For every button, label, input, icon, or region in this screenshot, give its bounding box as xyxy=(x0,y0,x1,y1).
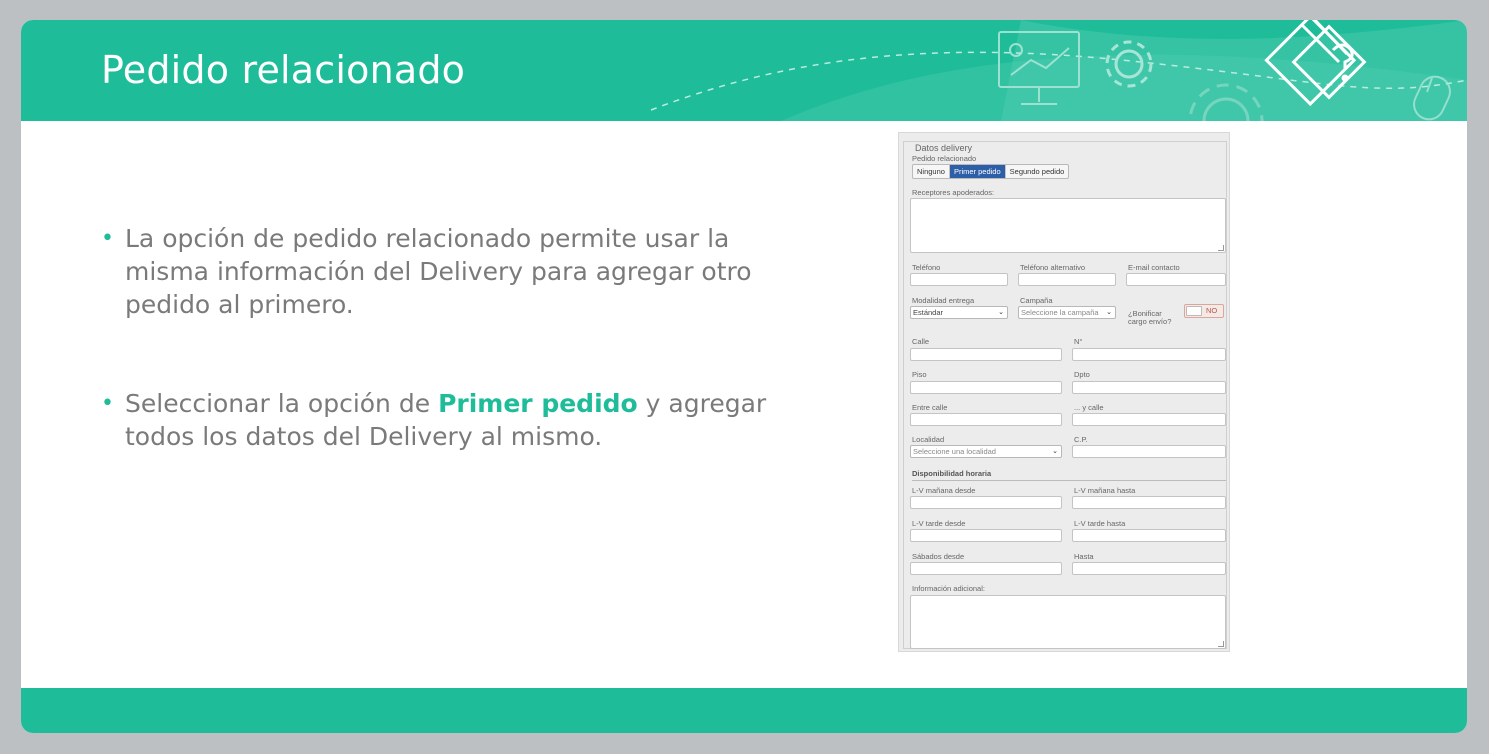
bullet-list: • La opción de pedido relacionado permit… xyxy=(101,222,801,519)
fieldset-legend: Datos delivery xyxy=(912,143,976,153)
info-adicional-label: Información adicional: xyxy=(912,584,985,593)
toggle-knob xyxy=(1186,306,1202,316)
option-segundo-pedido[interactable]: Segundo pedido xyxy=(1006,165,1069,178)
bullet-highlight: Primer pedido xyxy=(438,389,638,418)
modalidad-label: Modalidad entrega xyxy=(912,296,975,305)
y-calle-label: ... y calle xyxy=(1074,403,1104,412)
datos-delivery-fieldset: Datos delivery Pedido relacionado Ningun… xyxy=(903,141,1227,649)
lv-tarde-hasta-input[interactable] xyxy=(1072,529,1226,542)
bullet-dot-icon: • xyxy=(101,391,114,416)
sabados-desde-input[interactable] xyxy=(910,562,1062,575)
pedido-relacionado-label: Pedido relacionado xyxy=(912,154,977,163)
hasta-input[interactable] xyxy=(1072,562,1226,575)
dpto-input[interactable] xyxy=(1072,381,1226,394)
lv-manana-hasta-input[interactable] xyxy=(1072,496,1226,509)
campana-label: Campaña xyxy=(1020,296,1053,305)
chevron-down-icon: ⌄ xyxy=(1106,309,1112,316)
sabados-desde-label: Sábados desde xyxy=(912,552,965,561)
slide: Pedido relacionado • La opción de pedido… xyxy=(21,20,1467,733)
lv-manana-desde-label: L-V mañana desde xyxy=(912,486,976,495)
lv-manana-hasta-label: L-V mañana hasta xyxy=(1074,486,1136,495)
email-label: E-mail contacto xyxy=(1128,263,1180,272)
lv-tarde-hasta-label: L-V tarde hasta xyxy=(1074,519,1126,528)
entre-calle-label: Entre calle xyxy=(912,403,948,412)
bullet-dot-icon: • xyxy=(101,226,114,251)
bullet-text: La opción de pedido relacionado permite … xyxy=(125,224,752,319)
numero-input[interactable] xyxy=(1072,348,1226,361)
calle-input[interactable] xyxy=(910,348,1062,361)
localidad-select[interactable]: Seleccione una localidad ⌄ xyxy=(910,445,1062,458)
telefono-alt-label: Teléfono alternativo xyxy=(1020,263,1086,272)
chevron-down-icon: ⌄ xyxy=(1052,448,1058,455)
toggle-value: NO xyxy=(1206,306,1218,315)
option-primer-pedido[interactable]: Primer pedido xyxy=(949,165,1006,178)
email-input[interactable] xyxy=(1126,273,1226,286)
lv-manana-desde-input[interactable] xyxy=(910,496,1062,509)
telefono-input[interactable] xyxy=(910,273,1008,286)
bullet-item: • La opción de pedido relacionado permit… xyxy=(101,222,801,321)
disponibilidad-section-title: Disponibilidad horaria xyxy=(912,469,1226,481)
bullet-text-before: Seleccionar la opción de xyxy=(125,389,439,418)
option-ninguno[interactable]: Ninguno xyxy=(913,165,950,178)
header-bar: Pedido relacionado xyxy=(21,20,1467,121)
telefono-label: Teléfono xyxy=(912,263,941,272)
localidad-label: Localidad xyxy=(912,435,945,444)
bonificar-label-line2: cargo envío? xyxy=(1128,317,1172,326)
cp-input[interactable] xyxy=(1072,445,1226,458)
dpto-label: Dpto xyxy=(1074,370,1090,379)
hasta-label: Hasta xyxy=(1074,552,1094,561)
telefono-alt-input[interactable] xyxy=(1018,273,1116,286)
bullet-item: • Seleccionar la opción de Primer pedido… xyxy=(101,387,801,453)
info-adicional-textarea[interactable] xyxy=(910,595,1226,649)
localidad-value: Seleccione una localidad xyxy=(913,447,996,456)
footer-bar xyxy=(21,688,1467,733)
calle-label: Calle xyxy=(912,337,930,346)
page-title: Pedido relacionado xyxy=(101,48,466,92)
entre-calle-input[interactable] xyxy=(910,413,1062,426)
delivery-form-screenshot: Datos delivery Pedido relacionado Ningun… xyxy=(898,132,1230,652)
piso-label: Piso xyxy=(912,370,927,379)
lv-tarde-desde-input[interactable] xyxy=(910,529,1062,542)
campana-select[interactable]: Seleccione la campaña ⌄ xyxy=(1018,306,1116,319)
pedido-relacionado-selector: Ninguno Primer pedido Segundo pedido xyxy=(912,164,1070,179)
cp-label: C.P. xyxy=(1074,435,1088,444)
receptores-textarea[interactable] xyxy=(910,198,1226,253)
lv-tarde-desde-label: L-V tarde desde xyxy=(912,519,966,528)
campana-value: Seleccione la campaña xyxy=(1021,308,1099,317)
bonificar-toggle[interactable]: NO xyxy=(1184,304,1224,318)
bonificar-label: ¿Bonificar cargo envío? xyxy=(1128,310,1171,326)
y-calle-input[interactable] xyxy=(1072,413,1226,426)
chevron-down-icon: ⌄ xyxy=(998,309,1004,316)
receptores-label: Receptores apoderados: xyxy=(912,188,995,197)
piso-input[interactable] xyxy=(910,381,1062,394)
modalidad-value: Estándar xyxy=(913,308,944,317)
modalidad-select[interactable]: Estándar ⌄ xyxy=(910,306,1008,319)
numero-label: N° xyxy=(1074,337,1083,346)
